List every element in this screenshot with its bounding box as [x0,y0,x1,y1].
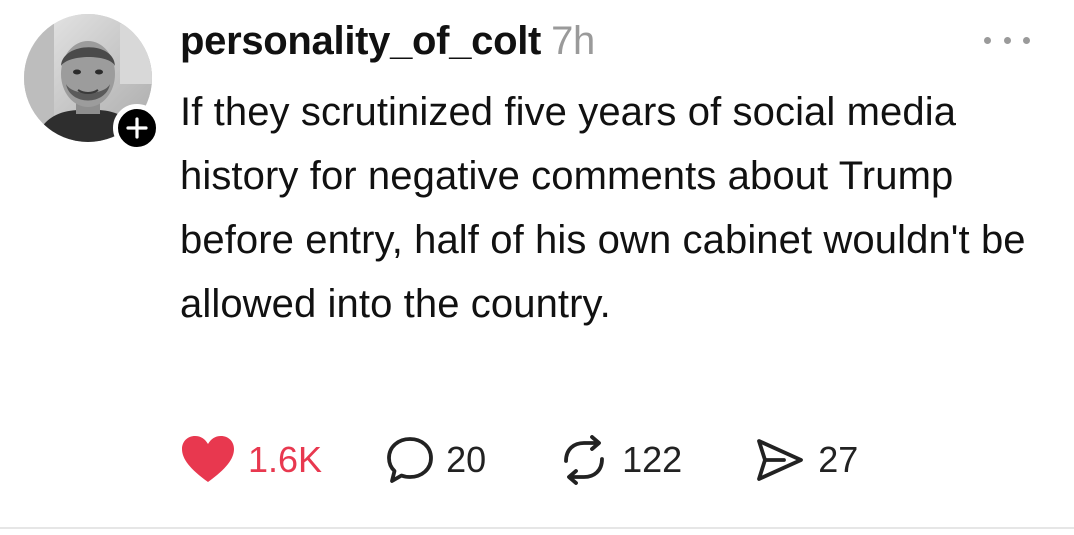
avatar-container [24,14,161,152]
ellipsis-icon [1003,36,1011,44]
ellipsis-icon [1023,36,1030,44]
follow-button[interactable] [113,104,161,152]
username-link[interactable]: personality_of_colt [180,19,541,63]
comment-bubble-icon [387,437,433,483]
share-count: 27 [818,439,859,480]
share-button[interactable]: 27 [754,435,858,485]
comment-button[interactable]: 20 [386,435,486,485]
heart-icon [182,436,234,482]
send-icon [757,439,804,481]
plus-icon [126,117,148,139]
post-card: personality_of_colt 7h If they scrutinize… [0,0,1074,535]
post-text: If they scrutinized five years of social… [180,90,1026,326]
repost-icon [564,435,605,485]
repost-count: 122 [622,439,683,480]
more-options-button[interactable] [984,28,1030,52]
comment-count: 20 [446,439,487,480]
ellipsis-icon [984,36,991,44]
post-header: personality_of_colt 7h [180,18,595,64]
divider [0,527,1074,529]
like-count: 1.6K [248,439,323,480]
like-button[interactable]: 1.6K [180,435,322,485]
action-bar: 1.6K 20 122 27 [180,430,858,490]
repost-button[interactable]: 122 [558,435,682,485]
post-timestamp: 7h [551,19,595,63]
